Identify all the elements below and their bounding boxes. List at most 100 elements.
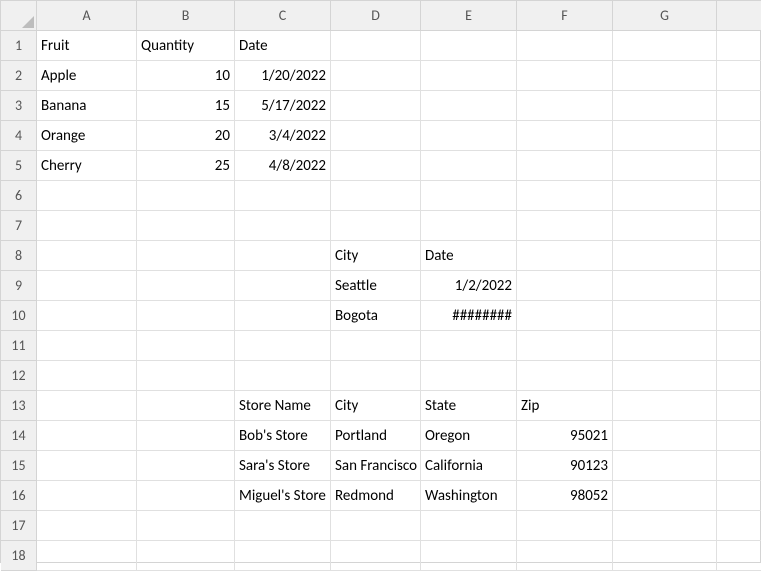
cell-F14[interactable]: 95021	[517, 421, 613, 451]
cell-F4[interactable]	[517, 121, 613, 151]
cell-C5[interactable]: 4/8/2022	[235, 151, 331, 181]
cell-A17[interactable]	[37, 511, 137, 541]
row-header-17[interactable]: 17	[1, 511, 37, 541]
row-header-10[interactable]: 10	[1, 301, 37, 331]
cell-H13[interactable]	[717, 391, 761, 421]
cell-F12[interactable]	[517, 361, 613, 391]
cell-H7[interactable]	[717, 211, 761, 241]
cell-H17[interactable]	[717, 511, 761, 541]
cell-D18[interactable]	[331, 541, 421, 571]
cell-A4[interactable]: Orange	[37, 121, 137, 151]
row-header-1[interactable]: 1	[1, 31, 37, 61]
cell-H6[interactable]	[717, 181, 761, 211]
cell-B10[interactable]	[137, 301, 235, 331]
cell-F18[interactable]	[517, 541, 613, 571]
row-header-15[interactable]: 15	[1, 451, 37, 481]
select-all-corner[interactable]	[1, 1, 37, 31]
cell-G15[interactable]	[613, 451, 717, 481]
cell-H14[interactable]	[717, 421, 761, 451]
cell-G11[interactable]	[613, 331, 717, 361]
cell-A2[interactable]: Apple	[37, 61, 137, 91]
cell-B13[interactable]	[137, 391, 235, 421]
cell-D12[interactable]	[331, 361, 421, 391]
cell-E18[interactable]	[421, 541, 517, 571]
cell-B4[interactable]: 20	[137, 121, 235, 151]
cell-G2[interactable]	[613, 61, 717, 91]
cell-B2[interactable]: 10	[137, 61, 235, 91]
cell-D13[interactable]: City	[331, 391, 421, 421]
cell-D2[interactable]	[331, 61, 421, 91]
row-header-12[interactable]: 12	[1, 361, 37, 391]
row-header-13[interactable]: 13	[1, 391, 37, 421]
cell-B14[interactable]	[137, 421, 235, 451]
cell-D10[interactable]: Bogota	[331, 301, 421, 331]
cell-G9[interactable]	[613, 271, 717, 301]
cell-B3[interactable]: 15	[137, 91, 235, 121]
cell-A10[interactable]	[37, 301, 137, 331]
cell-D17[interactable]	[331, 511, 421, 541]
row-header-16[interactable]: 16	[1, 481, 37, 511]
row-header-4[interactable]: 4	[1, 121, 37, 151]
cell-A3[interactable]: Banana	[37, 91, 137, 121]
cell-E7[interactable]	[421, 211, 517, 241]
cell-A7[interactable]	[37, 211, 137, 241]
cell-G3[interactable]	[613, 91, 717, 121]
cell-B8[interactable]	[137, 241, 235, 271]
cell-A13[interactable]	[37, 391, 137, 421]
col-header-E[interactable]: E	[421, 1, 517, 31]
cell-F16[interactable]: 98052	[517, 481, 613, 511]
cell-F1[interactable]	[517, 31, 613, 61]
cell-D7[interactable]	[331, 211, 421, 241]
cell-D8[interactable]: City	[331, 241, 421, 271]
cell-A12[interactable]	[37, 361, 137, 391]
col-header-G[interactable]: G	[613, 1, 717, 31]
row-header-3[interactable]: 3	[1, 91, 37, 121]
cell-E3[interactable]	[421, 91, 517, 121]
cell-F6[interactable]	[517, 181, 613, 211]
cell-A5[interactable]: Cherry	[37, 151, 137, 181]
cell-A1[interactable]: Fruit	[37, 31, 137, 61]
cell-D16[interactable]: Redmond	[331, 481, 421, 511]
col-header-B[interactable]: B	[137, 1, 235, 31]
cell-B7[interactable]	[137, 211, 235, 241]
cell-E16[interactable]: Washington	[421, 481, 517, 511]
cell-A11[interactable]	[37, 331, 137, 361]
cell-C14[interactable]: Bob's Store	[235, 421, 331, 451]
cell-G8[interactable]	[613, 241, 717, 271]
cell-H2[interactable]	[717, 61, 761, 91]
cell-G18[interactable]	[613, 541, 717, 571]
cell-H5[interactable]	[717, 151, 761, 181]
cell-F10[interactable]	[517, 301, 613, 331]
cell-C15[interactable]: Sara's Store	[235, 451, 331, 481]
cell-H4[interactable]	[717, 121, 761, 151]
cell-E12[interactable]	[421, 361, 517, 391]
cell-A15[interactable]	[37, 451, 137, 481]
cell-C3[interactable]: 5/17/2022	[235, 91, 331, 121]
cell-B18[interactable]	[137, 541, 235, 571]
cell-B11[interactable]	[137, 331, 235, 361]
cell-B12[interactable]	[137, 361, 235, 391]
cell-C16[interactable]: Miguel's Store	[235, 481, 331, 511]
cell-C7[interactable]	[235, 211, 331, 241]
cell-A6[interactable]	[37, 181, 137, 211]
cell-G13[interactable]	[613, 391, 717, 421]
cell-A14[interactable]	[37, 421, 137, 451]
cell-C11[interactable]	[235, 331, 331, 361]
cell-E9[interactable]: 1/2/2022	[421, 271, 517, 301]
cell-F15[interactable]: 90123	[517, 451, 613, 481]
cell-F11[interactable]	[517, 331, 613, 361]
cell-G5[interactable]	[613, 151, 717, 181]
cell-D4[interactable]	[331, 121, 421, 151]
cell-B15[interactable]	[137, 451, 235, 481]
cell-G17[interactable]	[613, 511, 717, 541]
cell-D14[interactable]: Portland	[331, 421, 421, 451]
cell-C4[interactable]: 3/4/2022	[235, 121, 331, 151]
cell-E14[interactable]: Oregon	[421, 421, 517, 451]
cell-E1[interactable]	[421, 31, 517, 61]
cell-F3[interactable]	[517, 91, 613, 121]
cell-F7[interactable]	[517, 211, 613, 241]
cell-H15[interactable]	[717, 451, 761, 481]
cell-C17[interactable]	[235, 511, 331, 541]
row-header-8[interactable]: 8	[1, 241, 37, 271]
cell-B1[interactable]: Quantity	[137, 31, 235, 61]
